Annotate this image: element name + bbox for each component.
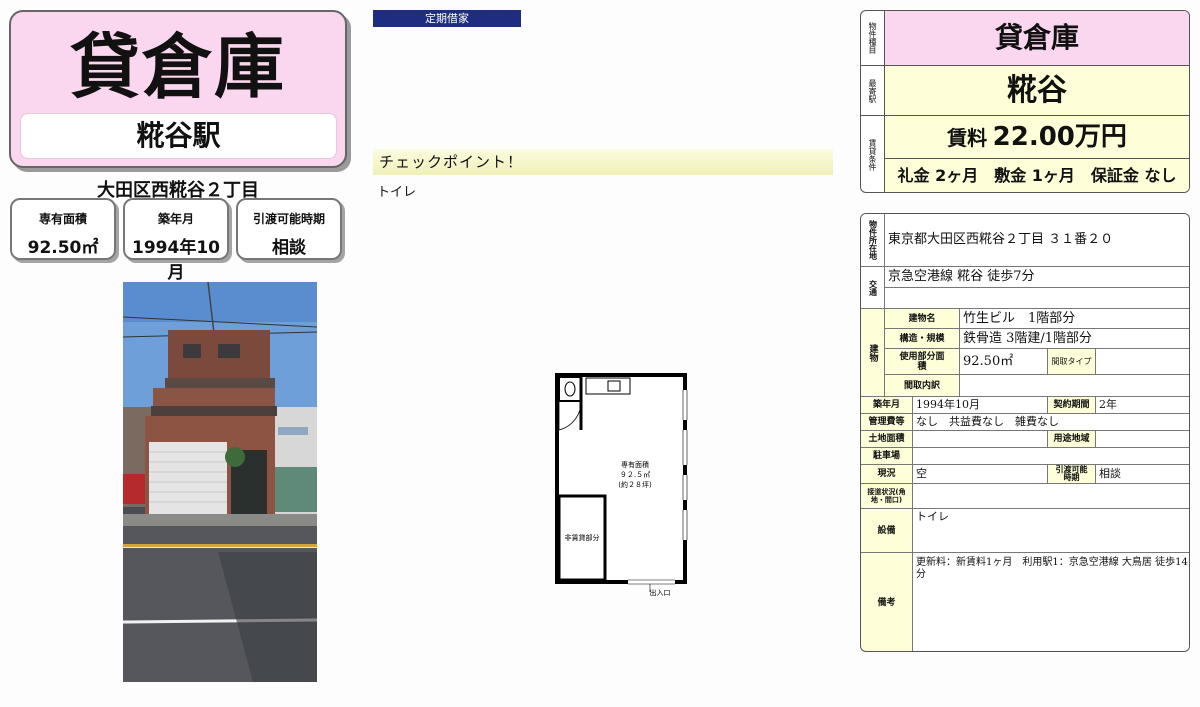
land-area-value: [913, 431, 1048, 448]
floor-plan: 専有面積 ９２.５㎡ (約２８坪) 非賃貸部分 出入口: [550, 370, 690, 600]
summary-table: 物件種目 貸倉庫 最寄駅 糀谷 賃貸条件 賃料 22.00万円 礼金 2ヶ月 敷…: [860, 10, 1190, 193]
summary-type: 貸倉庫: [885, 11, 1189, 66]
info-box-value: 1994年10月: [132, 238, 220, 283]
building-label: 建物: [861, 309, 885, 397]
summary-type-label: 物件種目: [861, 11, 885, 66]
location-value: 東京都大田区西糀谷２丁目 ３１番２０: [885, 214, 1189, 267]
info-box-value: 相談: [272, 238, 306, 258]
detail-table: 物件所在地 東京都大田区西糀谷２丁目 ３１番２０ 交通 京急空港線 糀谷 徒歩7…: [860, 213, 1190, 652]
facilities-label: 設備: [861, 509, 913, 553]
plan-area-label: 専有面積: [621, 460, 649, 469]
zoning-label: 用途地域: [1048, 431, 1096, 448]
transport-empty: [885, 288, 1189, 309]
location-label: 物件所在地: [861, 214, 885, 267]
plan-area-value: ９２.５㎡: [620, 471, 650, 479]
checkpoint-title: チェックポイント！: [373, 149, 833, 175]
info-box-label: 築年月: [157, 212, 194, 226]
transport-value: 京急空港線 糀谷 徒歩7分: [885, 267, 1189, 288]
parking-label: 駐車場: [861, 448, 913, 465]
summary-terms-label: 賃貸条件: [861, 116, 885, 192]
plan-entrance: 出入口: [650, 588, 671, 597]
checkpoint-text: トイレ: [377, 185, 417, 200]
summary-rent-row: 賃料 22.00万円: [885, 116, 1189, 159]
built-label: 築年月: [861, 397, 913, 414]
building-photo-illustration: [123, 282, 317, 682]
remarks-line-1: 更新料：新賃料1ヶ月 利用駅1：京急空港線 大鳥居 徒歩14: [916, 557, 1188, 568]
title-card: 貸倉庫 糀谷駅: [9, 10, 347, 168]
parking-value: [913, 448, 1189, 465]
layout-type-value: [1096, 349, 1189, 375]
layout-breakdown-label: 間取内訳: [885, 375, 960, 397]
property-type-title: 貸倉庫: [70, 26, 286, 108]
summary-station-label: 最寄駅: [861, 66, 885, 116]
info-box-label: 引渡可能時期: [252, 212, 325, 226]
layout-breakdown-value: [960, 375, 1189, 397]
road-access-value: [913, 484, 1189, 509]
summary-deposits: 礼金 2ヶ月 敷金 1ヶ月 保証金 なし: [885, 159, 1189, 192]
floor-plan-drawing: 専有面積 ９２.５㎡ (約２８坪) 非賃貸部分 出入口: [555, 373, 688, 597]
station-name: 糀谷駅: [20, 113, 337, 159]
layout-type-label: 間取タイプ: [1048, 349, 1096, 375]
plan-area-tsubo: (約２８坪): [618, 480, 652, 489]
usage-area-label: 使用部分面積: [885, 349, 960, 375]
info-box-area: 専有面積 92.50㎡: [10, 198, 116, 260]
structure-value: 鉄骨造 3階建/1階部分: [960, 329, 1189, 349]
contract-label: 契約期間: [1048, 397, 1096, 414]
remarks-value: 更新料：新賃料1ヶ月 利用駅1：京急空港線 大鳥居 徒歩14 分: [913, 553, 1189, 651]
built-value: 1994年10月: [913, 397, 1048, 414]
usage-area-value: 92.50㎡: [960, 349, 1048, 375]
building-name-label: 建物名: [885, 309, 960, 329]
facilities-value: トイレ: [913, 509, 1189, 553]
remarks-label: 備考: [861, 553, 913, 651]
fee-label: 管理費等: [861, 414, 913, 431]
contract-value: 2年: [1096, 397, 1189, 414]
info-box-value: 92.50㎡: [27, 238, 99, 258]
fixed-term-lease-badge: 定期借家: [373, 10, 521, 27]
summary-rent: 22.00万円: [992, 122, 1127, 152]
handover-value: 相談: [1096, 465, 1189, 484]
info-box-label: 専有面積: [38, 212, 87, 226]
zoning-value: [1096, 431, 1189, 448]
transport-label: 交通: [861, 267, 885, 309]
info-box-handover: 引渡可能時期 相談: [236, 198, 342, 260]
building-name-value: 竹生ビル 1階部分: [960, 309, 1189, 329]
plan-non-rental: 非賃貸部分: [565, 533, 600, 542]
land-area-label: 土地面積: [861, 431, 913, 448]
structure-label: 構造・規模: [885, 329, 960, 349]
remarks-line-2: 分: [916, 569, 926, 580]
summary-rent-prefix: 賃料: [947, 126, 988, 150]
summary-station: 糀谷: [885, 66, 1189, 116]
building-photo: [123, 282, 317, 682]
road-access-label: 接道状況(角地・間口): [861, 484, 913, 509]
fee-value: なし 共益費なし 雑費なし: [913, 414, 1189, 431]
status-value: 空: [913, 465, 1048, 484]
status-label: 現況: [861, 465, 913, 484]
handover-label: 引渡可能時期: [1048, 465, 1096, 484]
info-box-built: 築年月 1994年10月: [123, 198, 229, 283]
